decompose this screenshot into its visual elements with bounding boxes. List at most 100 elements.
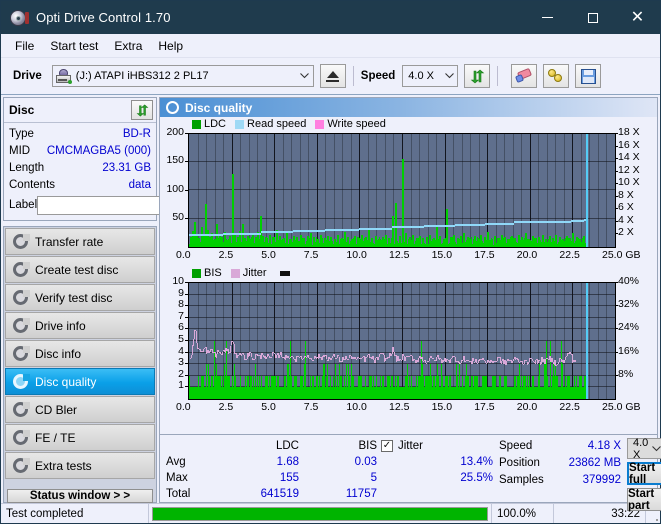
- disc-mid-key: MID: [9, 144, 31, 157]
- eject-button[interactable]: [319, 64, 346, 88]
- disc-refresh-button[interactable]: [131, 100, 153, 120]
- y-tick-label: 7: [178, 309, 184, 322]
- test-speed-select[interactable]: 4.0 X: [627, 437, 661, 461]
- y-tick-label: 200: [166, 126, 184, 138]
- status-window-button[interactable]: Status window > >: [7, 489, 153, 503]
- disc-properties: Type BD-R MID CMCMAGBA5 (000) Length 23.…: [4, 123, 242, 220]
- y2-tick-label: 16 X: [618, 138, 640, 151]
- disc-label-key: Label: [9, 199, 38, 211]
- table-row: Avg 1.68 0.03: [166, 454, 381, 470]
- sidebar-item-label: Verify test disc: [35, 290, 113, 305]
- x-tick-label: 7.5: [303, 401, 319, 413]
- sidebar: Disc Type BD-R MID CMCMAGBA5 (000) Lengt…: [1, 95, 242, 503]
- stats-total-bis: 11757: [345, 488, 377, 500]
- x-tick-label: 5.0: [261, 401, 276, 413]
- maximize-button[interactable]: [570, 1, 615, 34]
- disc-type-key: Type: [9, 127, 34, 140]
- y2-tick-label: 32%: [618, 298, 640, 311]
- sidebar-item-disc-quality[interactable]: Disc quality: [5, 368, 155, 395]
- legend-entry-write-speed: Write speed: [315, 118, 386, 130]
- y-tick-label: 50: [172, 210, 184, 223]
- ldc-chart-legend: LDC Read speed Write speed: [192, 118, 391, 130]
- stats-header-bis: BIS: [358, 440, 377, 452]
- stats-avg-ldc: 1.68: [276, 456, 299, 468]
- sidebar-item-extra-tests[interactable]: Extra tests: [5, 452, 155, 479]
- sidebar-item-label: Drive info: [35, 318, 86, 333]
- disc-test-icon: [13, 402, 30, 417]
- jitter-checkbox[interactable]: ✓: [381, 440, 393, 452]
- x-tick-label: 25.0 GB: [602, 249, 641, 261]
- main-body: Disc Type BD-R MID CMCMAGBA5 (000) Lengt…: [1, 95, 661, 512]
- disc-test-icon: [13, 318, 30, 333]
- sidebar-item-cd-bler[interactable]: CD Bler: [5, 396, 155, 423]
- disc-quality-icon: [166, 101, 179, 114]
- legend-label-jitter: Jitter: [242, 267, 267, 279]
- menu-item-help[interactable]: Help: [150, 36, 191, 56]
- disc-panel-title: Disc: [9, 103, 35, 117]
- bis-chart: BIS Jitter 1 2 3 4 5 6 7 8 9 10 8% 16% 24% 32% 40% 0.…: [160, 267, 657, 427]
- refresh-button[interactable]: [464, 64, 491, 88]
- legend-marker-black: [279, 270, 290, 276]
- sidebar-item-fe-te[interactable]: FE / TE: [5, 424, 155, 451]
- y-tick-label: 1: [178, 379, 184, 392]
- disc-panel-header: Disc: [4, 98, 156, 123]
- x-tick-label: 10.0: [346, 249, 367, 261]
- table-row: Total 641519 11757: [166, 486, 381, 502]
- sidebar-item-disc-info[interactable]: Disc info: [5, 340, 155, 367]
- x-tick-label: 7.5: [303, 249, 319, 261]
- ldc-chart: LDC Read speed Write speed 50 100 150 200 2…: [160, 117, 657, 267]
- menu-item-extra[interactable]: Extra: [106, 36, 150, 56]
- drive-label: Drive: [13, 70, 42, 82]
- bulbs-button[interactable]: [543, 64, 570, 88]
- eject-icon: [326, 70, 339, 78]
- menu-item-start-test[interactable]: Start test: [42, 36, 106, 56]
- stats-table: LDC BIS Avg 1.68 0.03 Max 155 5 Total 64…: [166, 438, 381, 500]
- speed-select[interactable]: 4.0 X: [402, 65, 459, 87]
- bis-plot-area: [188, 282, 616, 400]
- minimize-button[interactable]: [525, 1, 570, 34]
- stats-header-ldc: LDC: [275, 440, 299, 452]
- disc-test-icon: [13, 290, 30, 305]
- save-icon: [580, 68, 596, 84]
- y2-tick-label: 12 X: [618, 163, 640, 176]
- start-full-button[interactable]: Start full: [627, 462, 661, 486]
- stats-header-row: LDC BIS: [166, 438, 381, 454]
- erase-button[interactable]: [511, 64, 538, 88]
- save-button[interactable]: [575, 64, 602, 88]
- jitter-header: ✓ Jitter: [381, 438, 499, 454]
- samples-key: Samples: [499, 474, 544, 486]
- start-part-button[interactable]: Start part: [627, 488, 661, 512]
- speed-label: Speed: [360, 70, 396, 82]
- refresh-icon: [136, 104, 148, 116]
- drive-select[interactable]: (J:) ATAPI iHBS312 2 PL17: [51, 65, 314, 87]
- menu-item-file[interactable]: File: [7, 36, 42, 56]
- sidebar-item-drive-info[interactable]: Drive info: [5, 312, 155, 339]
- legend-entry-read-speed: Read speed: [235, 118, 306, 130]
- x-tick-label: 22.5: [559, 401, 580, 413]
- sidebar-item-verify-test-disc[interactable]: Verify test disc: [5, 284, 155, 311]
- x-tick-label: 22.5: [559, 249, 580, 261]
- jitter-max-value: 25.5%: [460, 472, 493, 484]
- jitter-avg-value: 13.4%: [460, 456, 493, 468]
- x-tick-label: 17.5: [474, 249, 495, 261]
- legend-label-ldc: LDC: [204, 118, 227, 130]
- ldc-plot-area: [188, 133, 616, 248]
- toolbar-divider-2: [497, 66, 499, 86]
- jitter-column: ✓ Jitter 13.4% 25.5%: [381, 438, 499, 500]
- eraser-icon: [515, 67, 533, 84]
- close-button[interactable]: ✕: [615, 1, 660, 34]
- legend-label-bis: BIS: [204, 267, 222, 279]
- sidebar-item-transfer-rate[interactable]: Transfer rate: [5, 228, 155, 255]
- table-row: Max 155 5: [166, 470, 381, 486]
- stats-corner: [166, 438, 221, 454]
- sidebar-item-create-test-disc[interactable]: Create test disc: [5, 256, 155, 283]
- jitter-label: Jitter: [398, 440, 423, 452]
- progress-bar: [149, 504, 492, 523]
- x-tick-label: 5.0: [261, 249, 276, 261]
- legend-swatch-write-speed: [315, 119, 325, 129]
- bis-chart-legend: BIS Jitter: [192, 267, 290, 279]
- toolbar-divider-1: [352, 66, 354, 86]
- disc-test-icon: [13, 458, 30, 473]
- legend-swatch-read-speed: [235, 119, 245, 129]
